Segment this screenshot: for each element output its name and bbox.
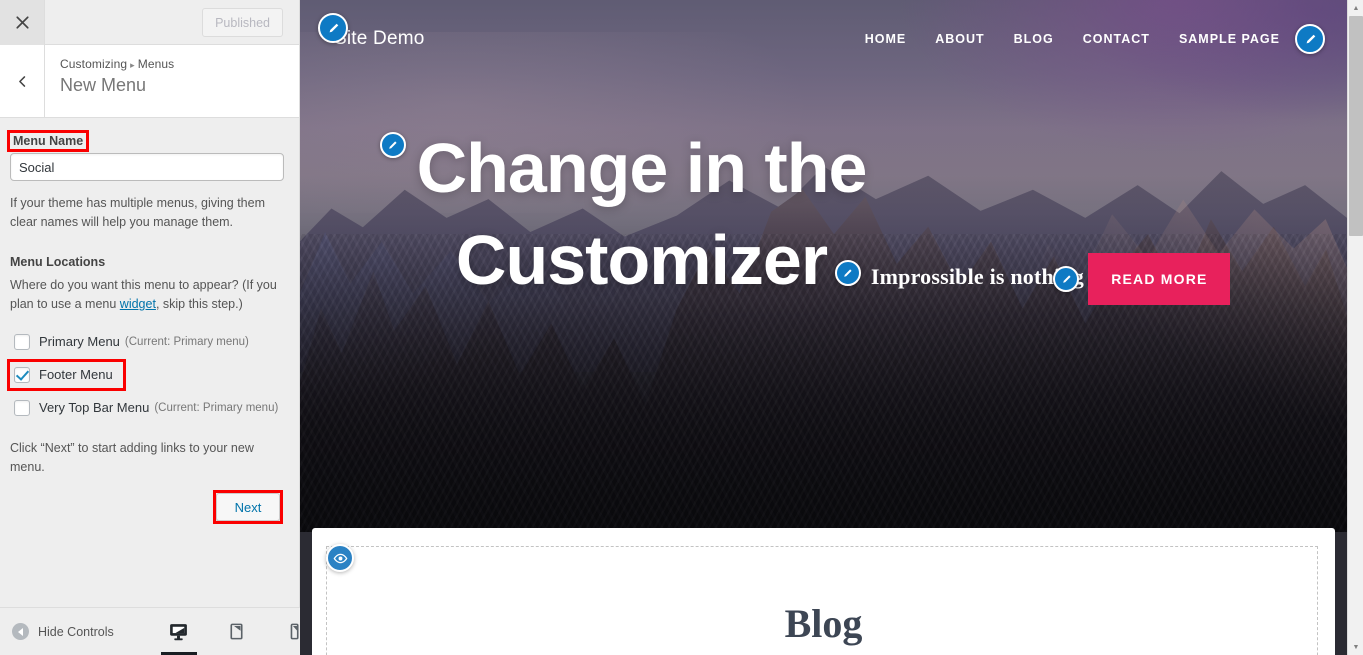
collapse-icon	[12, 623, 29, 640]
menu-location-label: Primary Menu	[39, 334, 120, 349]
next-button[interactable]: Next	[216, 493, 280, 522]
site-preview-frame: Site Demo HOME ABOUT BLOG CONTACT SAMPLE…	[300, 0, 1347, 655]
blog-section-card: Blog	[312, 528, 1335, 655]
menu-location-current: (Current: Primary menu)	[154, 401, 279, 414]
site-header: Site Demo HOME ABOUT BLOG CONTACT SAMPLE…	[300, 0, 1347, 78]
publish-button[interactable]: Published	[202, 8, 283, 37]
eye-icon[interactable]	[326, 544, 354, 572]
hide-controls-button[interactable]: Hide Controls	[0, 623, 114, 640]
scroll-down-icon[interactable]: ▼	[1348, 639, 1363, 655]
hero-content: Change in the Customizer Improssible is …	[300, 122, 1347, 307]
next-button-highlight: Next	[213, 490, 283, 525]
mobile-icon[interactable]	[280, 608, 310, 655]
menu-name-input[interactable]	[10, 153, 284, 181]
checkbox-primary-menu[interactable]	[14, 333, 30, 350]
close-icon[interactable]	[0, 0, 45, 45]
customizer-footer: Hide Controls	[0, 607, 300, 655]
chevron-left-icon[interactable]	[0, 45, 45, 117]
hero-cta-wrap: READ MORE	[1053, 253, 1231, 306]
hero-section: Site Demo HOME ABOUT BLOG CONTACT SAMPLE…	[300, 0, 1347, 532]
hero-subheading: Improssible is nothing	[870, 264, 1084, 290]
nav-item-contact[interactable]: CONTACT	[1083, 32, 1150, 46]
site-branding: Site Demo	[318, 13, 425, 50]
scrollbar-thumb[interactable]	[1349, 16, 1363, 236]
customizer-sidebar: Published Customizing ▸ Menus New Menu Men…	[0, 0, 300, 655]
desktop-icon[interactable]	[160, 608, 197, 655]
breadcrumb: Customizing ▸ Menus	[60, 57, 174, 71]
pencil-edit-icon[interactable]	[318, 13, 348, 43]
menu-locations-help: Where do you want this menu to appear? (…	[10, 276, 282, 315]
menu-widget-link[interactable]: widget	[120, 297, 156, 311]
breadcrumb-root: Customizing	[60, 57, 128, 71]
menu-name-label: Menu Name	[6, 130, 90, 152]
menu-locations-title: Menu Locations	[10, 254, 106, 269]
breadcrumb-section: Menus	[137, 57, 175, 71]
read-more-button[interactable]: READ MORE	[1088, 253, 1231, 306]
customizer-body: Menu Name If your theme has multiple men…	[0, 118, 299, 607]
nav-item-home[interactable]: HOME	[865, 32, 907, 46]
primary-navigation: HOME ABOUT BLOG CONTACT SAMPLE PAGE	[865, 24, 1325, 54]
nav-item-sample-page[interactable]: SAMPLE PAGE	[1179, 32, 1280, 46]
pencil-edit-icon[interactable]	[379, 132, 406, 158]
menu-location-current: (Current: Primary menu)	[124, 335, 249, 348]
scroll-up-icon[interactable]: ▲	[1348, 0, 1363, 16]
next-button-row: Next	[10, 490, 284, 525]
menu-locations-list: Primary Menu (Current: Primary menu) Foo…	[7, 331, 284, 419]
hero-heading-line2: Customizer	[455, 221, 828, 300]
pencil-edit-icon[interactable]	[1295, 24, 1325, 54]
customizer-header: Published	[0, 0, 299, 45]
menu-location-very-top-bar[interactable]: Very Top Bar Menu (Current: Primary menu…	[10, 397, 282, 419]
hero-heading-line1: Change in the	[416, 129, 868, 207]
blog-section-heading: Blog	[784, 601, 863, 646]
menu-location-label: Very Top Bar Menu	[39, 400, 150, 415]
menu-name-help: If your theme has multiple menus, giving…	[10, 196, 265, 230]
nav-item-about[interactable]: ABOUT	[935, 32, 984, 46]
checkbox-footer-menu[interactable]	[14, 366, 30, 383]
hero-heading-wrap: Change in the Customizer	[379, 122, 868, 307]
hide-controls-label: Hide Controls	[38, 624, 114, 639]
device-preview-switcher	[160, 608, 310, 655]
checkbox-very-top-bar-menu[interactable]	[14, 399, 30, 416]
menu-location-footer[interactable]: Footer Menu	[7, 358, 126, 391]
menu-location-primary[interactable]: Primary Menu (Current: Primary menu)	[10, 331, 253, 353]
hero-subheading-wrap: Improssible is nothing	[834, 260, 1084, 290]
breadcrumb-separator-icon: ▸	[130, 60, 135, 70]
next-step-hint: Click “Next” to start adding links to yo…	[10, 440, 254, 474]
menu-location-label: Footer Menu	[39, 367, 113, 382]
tablet-icon[interactable]	[222, 608, 252, 655]
page-scrollbar[interactable]: ▲ ▼	[1347, 0, 1363, 655]
customizer-screen: Published Customizing ▸ Menus New Menu Men…	[0, 0, 1363, 655]
nav-item-blog[interactable]: BLOG	[1014, 32, 1054, 46]
menu-locations-help-after: , skip this step.)	[155, 297, 243, 312]
panel-title-bar: Customizing ▸ Menus New Menu	[0, 45, 299, 118]
page-title: New Menu	[60, 75, 147, 95]
